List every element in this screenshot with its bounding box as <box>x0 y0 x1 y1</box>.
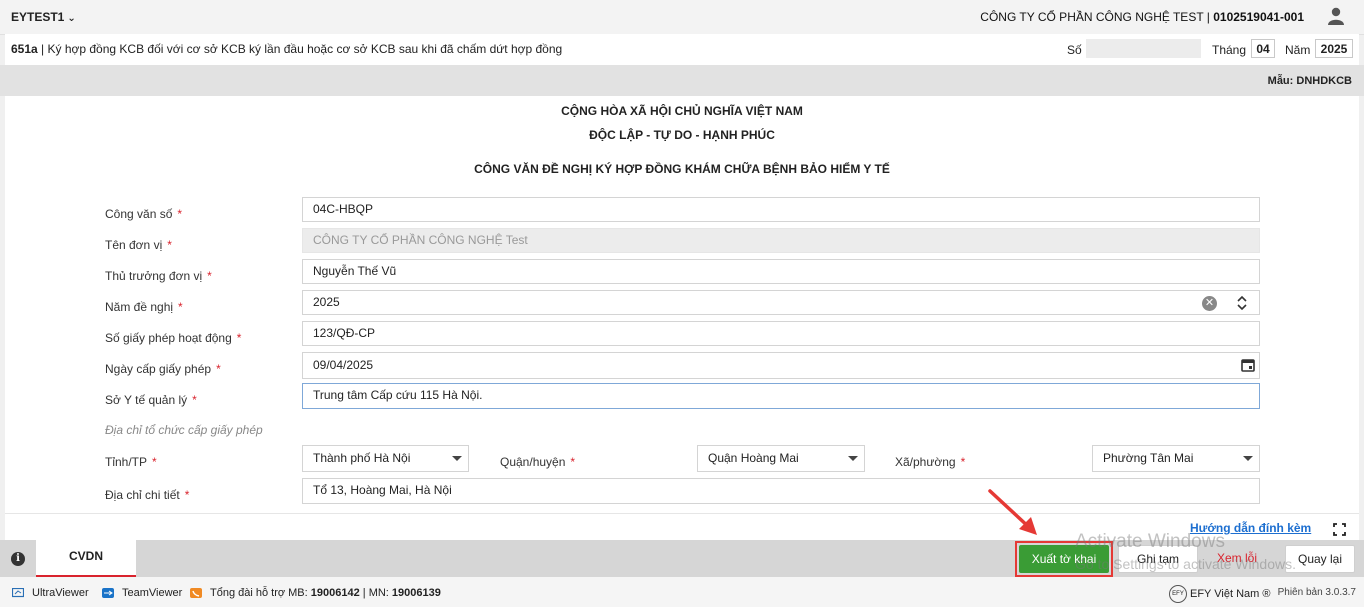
template-label: Mẫu: <box>1267 75 1294 87</box>
nam-de-nghi-label: Năm đề nghị * <box>105 300 183 314</box>
ngay-cap-value: 09/04/2025 <box>313 358 374 372</box>
user-icon[interactable] <box>1326 6 1346 26</box>
xa-label: Xã/phường * <box>895 455 966 469</box>
so-input[interactable] <box>1086 39 1201 58</box>
xa-value: Phường Tân Mai <box>1103 451 1194 465</box>
info-button[interactable]: i <box>0 540 36 577</box>
account-name: EYTEST1 <box>11 10 65 24</box>
teamviewer-label: TeamViewer <box>122 587 183 599</box>
hotline-label: Tổng đài hỗ trợ MB: <box>210 587 308 599</box>
quan-select[interactable]: Quận Hoàng Mai <box>697 445 865 472</box>
top-bar: EYTEST1 ⌄ CÔNG TY CỔ PHẦN CÔNG NGHỆ TEST … <box>0 0 1364 35</box>
tinh-value: Thành phố Hà Nội <box>313 451 411 465</box>
efy-mark: ® <box>1262 587 1271 600</box>
efy-brand: EFY EFY Việt Nam ® <box>1169 585 1270 603</box>
phone-icon <box>190 588 202 599</box>
ultraviewer-icon <box>12 588 24 598</box>
fullscreen-icon[interactable] <box>1333 523 1346 536</box>
so-giay-phep-label: Số giấy phép hoạt động * <box>105 331 242 345</box>
account-selector[interactable]: EYTEST1 ⌄ <box>11 10 76 24</box>
cong-van-so-input[interactable]: 04C-HBQP <box>302 197 1260 222</box>
quan-value: Quận Hoàng Mai <box>708 451 799 465</box>
activation-watermark-text: Go to Settings to activate Windows. <box>1075 556 1296 572</box>
xa-select[interactable]: Phường Tân Mai <box>1092 445 1260 472</box>
ultraviewer-link[interactable]: UltraViewer <box>12 587 89 599</box>
motto: ĐỘC LẬP - TỰ DO - HẠNH PHÚC <box>589 128 775 142</box>
template-band <box>0 65 1364 96</box>
so-label: Số <box>1067 43 1082 57</box>
spinner-icon[interactable] <box>1237 293 1247 313</box>
status-bar: UltraViewer TeamViewer Tổng đài hỗ trợ M… <box>0 577 1364 607</box>
tax-code: 0102519041-001 <box>1213 10 1304 24</box>
ultraviewer-label: UltraViewer <box>32 587 89 599</box>
cong-van-so-label: Công văn số * <box>105 207 183 221</box>
efy-label: EFY Việt Nam <box>1190 587 1260 600</box>
thang-label: Tháng <box>1212 43 1247 57</box>
form-content: CỘNG HÒA XÃ HỘI CHỦ NGHĨA VIỆT NAM ĐỘC L… <box>5 96 1359 514</box>
thu-truong-label: Thủ trưởng đơn vị * <box>105 269 212 283</box>
info-icon: i <box>11 552 25 566</box>
nam-de-nghi-input[interactable]: 2025 ✕ <box>302 290 1260 315</box>
nam-de-nghi-value: 2025 <box>313 295 340 309</box>
so-y-te-label: Sở Y tế quản lý * <box>105 393 197 407</box>
hotline-mn: 19006139 <box>391 587 441 599</box>
so-giay-phep-input[interactable]: 123/QĐ-CP <box>302 321 1260 346</box>
calendar-icon[interactable] <box>1241 358 1255 372</box>
nam-label: Năm <box>1285 43 1311 57</box>
ten-don-vi-input: CÔNG TY CỔ PHẦN CÔNG NGHỆ Test <box>302 228 1260 253</box>
template-value: DNHDKCB <box>1296 75 1352 87</box>
hotline-separator: | MN: <box>359 587 392 599</box>
template-code: Mẫu: DNHDKCB <box>1268 75 1352 87</box>
caret-down-icon <box>1243 456 1253 461</box>
hotline-mb: 19006142 <box>310 587 360 599</box>
company-name: CÔNG TY CỔ PHẦN CÔNG NGHỆ TEST <box>980 10 1204 24</box>
address-hint: Địa chỉ tổ chức cấp giấy phép <box>105 423 263 437</box>
nam-field[interactable]: 2025 <box>1315 39 1353 58</box>
teamviewer-link[interactable]: TeamViewer <box>102 587 182 599</box>
document-title: CÔNG VĂN ĐỀ NGHỊ KÝ HỢP ĐỒNG KHÁM CHỮA B… <box>474 162 890 176</box>
quan-label: Quận/huyện * <box>500 455 576 469</box>
annotation-arrow-icon <box>988 489 1037 535</box>
thang-field[interactable]: 04 <box>1251 39 1275 58</box>
ngay-cap-input[interactable]: 09/04/2025 <box>302 352 1260 379</box>
ngay-cap-label: Ngày cấp giấy phép * <box>105 362 221 376</box>
dia-chi-label: Địa chỉ chi tiết * <box>105 488 190 502</box>
form-info-bar: 651a | Ký hợp đồng KCB đối với cơ sở KCB… <box>5 34 1359 65</box>
form-title: 651a | Ký hợp đồng KCB đối với cơ sở KCB… <box>11 42 562 56</box>
tab-cvdn[interactable]: CVDN <box>36 540 136 577</box>
ten-don-vi-label: Tên đơn vị * <box>105 238 172 252</box>
hotline-info: Tổng đài hỗ trợ MB: 19006142 | MN: 19006… <box>190 587 441 599</box>
activation-watermark-title: Activate Windows <box>1075 531 1225 552</box>
so-y-te-input[interactable]: Trung tâm Cấp cứu 115 Hà Nội. <box>302 383 1260 409</box>
form-code: 651a <box>11 42 38 56</box>
dia-chi-input[interactable]: Tổ 13, Hoàng Mai, Hà Nội <box>302 478 1260 504</box>
caret-down-icon <box>452 456 462 461</box>
tinh-select[interactable]: Thành phố Hà Nội <box>302 445 469 472</box>
clear-icon[interactable]: ✕ <box>1202 296 1217 311</box>
company-separator: | <box>1203 10 1214 24</box>
form-name: | Ký hợp đồng KCB đối với cơ sở KCB ký l… <box>37 42 563 56</box>
version-text: Phiên bản 3.0.3.7 <box>1277 587 1356 598</box>
chevron-down-icon: ⌄ <box>67 13 76 24</box>
tinh-label: Tỉnh/TP * <box>105 455 157 469</box>
efy-logo-icon: EFY <box>1169 585 1187 603</box>
national-header: CỘNG HÒA XÃ HỘI CHỦ NGHĨA VIỆT NAM <box>561 104 803 118</box>
thu-truong-input[interactable]: Nguyễn Thế Vũ <box>302 259 1260 284</box>
teamviewer-icon <box>102 588 114 599</box>
caret-down-icon <box>848 456 858 461</box>
company-info: CÔNG TY CỔ PHẦN CÔNG NGHỆ TEST | 0102519… <box>980 10 1304 24</box>
